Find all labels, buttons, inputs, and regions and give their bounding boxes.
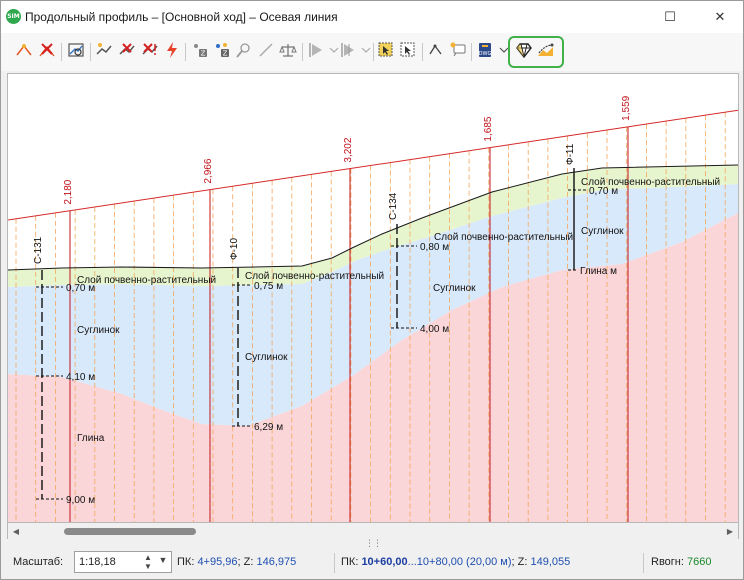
draw-line-icon[interactable] — [255, 39, 277, 61]
pk2-range: ...10+80,00 (20,00 м) — [407, 556, 512, 568]
scale-combobox[interactable]: 1:18,18 ▲ ▼ ▼ — [74, 551, 172, 573]
z2-label: ; Z: — [511, 556, 528, 568]
layer-label: Слой почвенно-растительный — [77, 275, 216, 286]
cursor-position: ПК: 4+95,96; Z: 146,975 — [177, 556, 296, 568]
svg-text:DWG: DWG — [479, 51, 492, 57]
maximize-button[interactable]: ☐ — [647, 1, 693, 33]
depth-label: 4,10 м — [66, 372, 95, 383]
elevation-label: 2,180 — [63, 179, 74, 204]
chevron-down-icon[interactable]: ▼ — [157, 555, 169, 569]
z2-value: 149,055 — [530, 556, 571, 568]
balance-icon[interactable] — [277, 39, 299, 61]
select-objects-icon[interactable] — [397, 39, 419, 61]
measure-icon[interactable] — [425, 39, 447, 61]
z-value: 146,975 — [256, 556, 297, 568]
elevation-label: 2,966 — [203, 158, 214, 183]
layer-label: Слой почвенно-растительный — [245, 271, 384, 282]
profile-drawing[interactable]: 2,1802,9663,2021,6851,559 С-1310,70 м4,1… — [8, 74, 739, 523]
delete-design-line-icon[interactable] — [116, 39, 138, 61]
borehole-id: Ф-10 — [229, 238, 240, 260]
pk2-label: ПК: — [341, 556, 359, 568]
profile-settings-icon[interactable] — [65, 39, 87, 61]
depth-label: 0,75 м — [254, 281, 283, 292]
svg-text:Z: Z — [201, 50, 206, 58]
add-design-line-icon[interactable] — [93, 39, 115, 61]
add-point-z2-icon[interactable]: Z — [211, 39, 233, 61]
rvogn-value: 7660 — [687, 556, 712, 568]
depth-label: Глина м — [580, 266, 617, 277]
delete-all-lines-icon[interactable] — [139, 39, 161, 61]
edit-point-icon[interactable] — [233, 39, 255, 61]
profile-window: SIM Продольный профиль – [Основной ход] … — [0, 0, 744, 580]
toolbar: Z Z DWG — [1, 33, 743, 71]
lightning-icon[interactable] — [161, 39, 183, 61]
select-area-icon[interactable] — [375, 39, 397, 61]
splitter-handle-icon[interactable]: ⋮⋮ — [365, 539, 382, 548]
segment-info: ПК: 10+60,00...10+80,00 (20,00 м); Z: 14… — [341, 556, 570, 568]
depth-label: 6,29 м — [254, 422, 283, 433]
horizontal-scrollbar[interactable]: ◀ ▶ — [7, 523, 739, 539]
pk-label: ПК: — [177, 556, 195, 568]
scroll-left-icon[interactable]: ◀ — [8, 523, 24, 539]
spin-updown-icon[interactable]: ▲ ▼ — [141, 553, 155, 571]
pk2-value: 10+60,00 — [361, 556, 408, 568]
depth-label: 4,00 м — [420, 324, 449, 335]
title-bar[interactable]: SIM Продольный профиль – [Основной ход] … — [1, 1, 743, 33]
layer-label: Глина — [77, 433, 105, 444]
layer-label: Суглинок — [77, 325, 120, 336]
layer-label: Слой почвенно-растительный — [581, 177, 720, 188]
close-button[interactable]: ✕ — [697, 1, 743, 33]
rvogn-label: Rвогн: — [651, 556, 684, 568]
highlighted-tool-group — [508, 36, 564, 68]
scale-value: 1:18,18 — [79, 556, 116, 568]
layer-label: Суглинок — [581, 226, 624, 237]
borehole-id: С-131 — [33, 236, 44, 264]
layer-label: Суглинок — [245, 352, 288, 363]
profile-canvas[interactable]: 2,180 2,966 3,202 1,685 1,559 С-131 0,70 м 4,1… — [7, 73, 739, 523]
pk-value: 4+95,96 — [197, 556, 238, 568]
borehole-id: Ф-11 — [565, 143, 576, 165]
window-title: Продольный профиль – [Основной ход] – Ос… — [25, 10, 338, 24]
scroll-right-icon[interactable]: ▶ — [722, 523, 738, 539]
svg-text:Z: Z — [223, 50, 228, 58]
add-break-point-icon[interactable] — [13, 39, 35, 61]
elevation-label: 1,559 — [621, 95, 632, 120]
z-label: ; Z: — [237, 556, 254, 568]
delete-break-point-icon[interactable] — [36, 39, 58, 61]
scroll-thumb[interactable] — [64, 528, 196, 535]
scale-label: Масштаб: — [13, 556, 64, 568]
depth-label: 0,80 м — [420, 242, 449, 253]
callout-icon[interactable] — [447, 39, 469, 61]
radius-info: Rвогн: 7660 — [651, 556, 711, 568]
status-bar: Масштаб: 1:18,18 ▲ ▼ ▼ ПК: 4+95,96; Z: 14… — [1, 547, 743, 579]
layer-label: Слой почвенно-растительный — [434, 232, 573, 243]
borehole-id: С-134 — [388, 192, 399, 220]
add-point-z-icon[interactable]: Z — [189, 39, 211, 61]
layer-label: Суглинок — [433, 283, 476, 294]
elevation-label: 3,202 — [343, 137, 354, 162]
depth-label: 9,00 м — [66, 495, 95, 506]
app-logo-icon: SIM — [6, 9, 21, 24]
elevation-label: 1,685 — [483, 116, 494, 141]
